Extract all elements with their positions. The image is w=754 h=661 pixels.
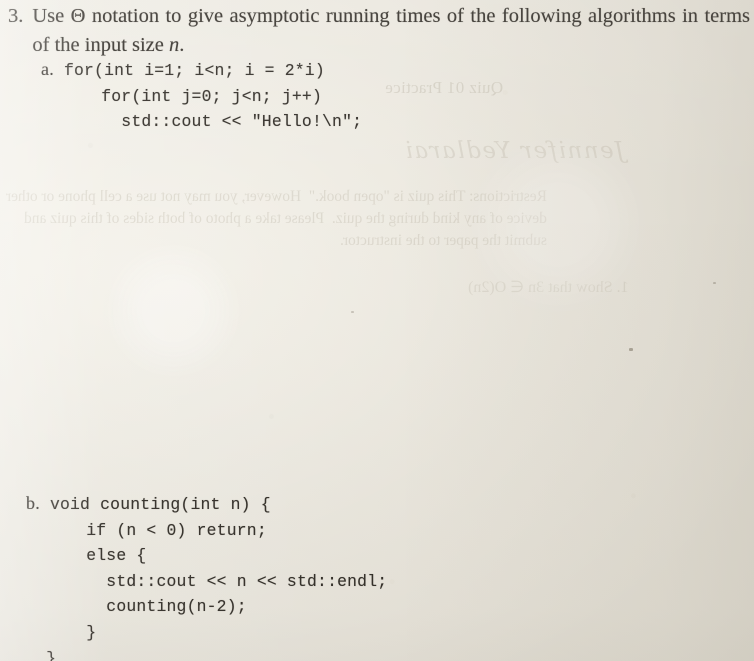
scanned-page: Quiz 01 Practice Jennifer Yedlarai Restr… — [0, 0, 754, 661]
part-b-code: void counting(int n) { if (n < 0) return… — [46, 495, 388, 661]
question-number: 3. — [8, 5, 24, 27]
part-a-label: a. — [41, 59, 54, 79]
question-prompt: Use Θ notation to give asymptotic runnin… — [32, 5, 750, 56]
part-b-label: b. — [26, 493, 40, 513]
printed-content: 3. Use Θ notation to give asymptotic run… — [0, 0, 754, 661]
part-a-block: a. for(int i=1; i<n; i = 2*i) for(int j=… — [41, 57, 362, 135]
question-block: 3. Use Θ notation to give asymptotic run… — [8, 2, 750, 60]
part-b-block: b. void counting(int n) { if (n < 0) ret… — [26, 491, 387, 661]
part-a-code: for(int i=1; i<n; i = 2*i) for(int j=0; … — [63, 61, 363, 132]
